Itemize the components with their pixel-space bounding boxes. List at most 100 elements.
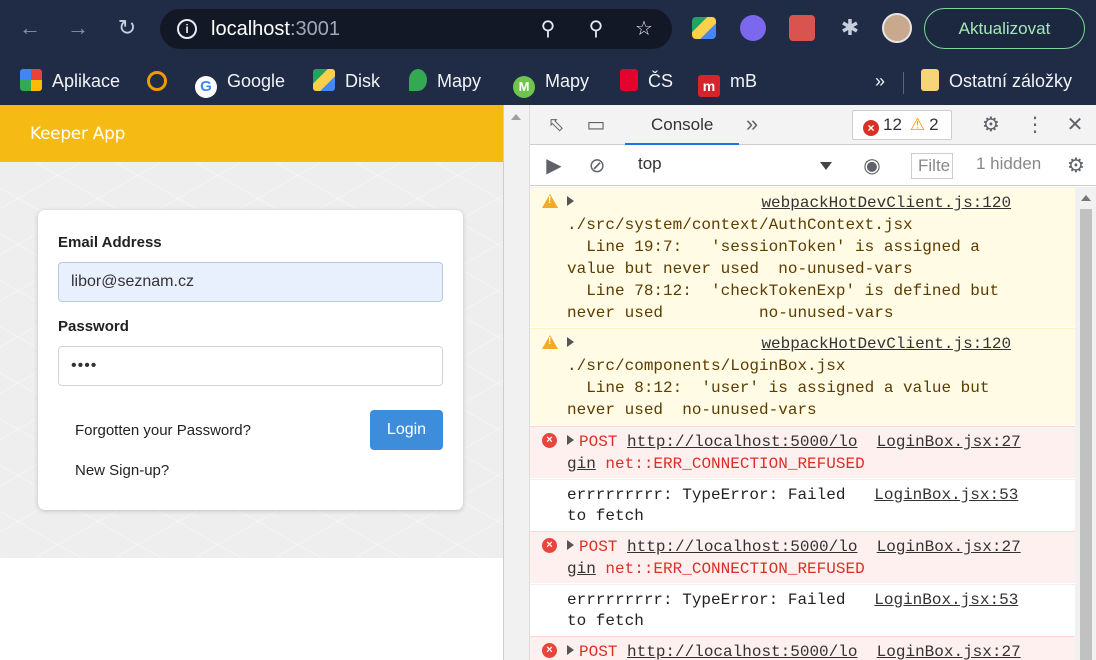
console-log[interactable]: errrrrrrrr: TypeError: Failed LoginBox.j… bbox=[530, 479, 1075, 531]
console-warning[interactable]: webpackHotDevClient.js:120 ./src/compone… bbox=[530, 328, 1075, 426]
browser-toolbar: ← → ↻ i localhost:3001 ⚲ ⚲ ☆ ✱ Aktualizo… bbox=[0, 0, 1096, 58]
search-q-icon bbox=[147, 71, 167, 91]
mapy-cz-icon: M bbox=[513, 76, 535, 98]
expand-triangle-icon[interactable] bbox=[567, 540, 574, 550]
expand-triangle-icon[interactable] bbox=[567, 435, 574, 445]
message-line: errrrrrrrr: TypeError: Failed bbox=[567, 591, 846, 609]
apps-grid-icon bbox=[20, 69, 42, 91]
console-error[interactable]: × POST http://localhost:5000/lo LoginBox… bbox=[530, 636, 1075, 660]
devtools-toolbar: ⬁ ▭ Console » × 12 ⚠ 2 ⚙ ⋮ ✕ bbox=[530, 105, 1096, 145]
bookmark-search[interactable] bbox=[147, 67, 177, 95]
expand-triangle-icon[interactable] bbox=[567, 337, 574, 347]
bookmark-mapy-cz[interactable]: M Mapy bbox=[513, 67, 589, 98]
bookmark-mbank[interactable]: m mB bbox=[698, 67, 757, 97]
bookmark-mapy-google[interactable]: Mapy bbox=[409, 67, 481, 95]
url-text: localhost:3001 bbox=[211, 18, 340, 40]
sidebar-toggle-icon[interactable]: ▶ bbox=[542, 154, 566, 178]
mbank-icon: m bbox=[698, 75, 720, 97]
bookmark-apps[interactable]: Aplikace bbox=[20, 67, 120, 95]
login-card: Email Address libor@seznam.cz Password •… bbox=[38, 210, 463, 510]
reload-icon[interactable]: ↻ bbox=[111, 13, 143, 45]
forward-arrow-icon[interactable]: → bbox=[62, 13, 94, 45]
message-line: ./src/components/LoginBox.jsx bbox=[567, 357, 846, 375]
source-link[interactable]: webpackHotDevClient.js:120 bbox=[761, 194, 1011, 212]
more-tabs-icon[interactable]: » bbox=[740, 112, 764, 136]
console-messages: webpackHotDevClient.js:120 ./src/system/… bbox=[530, 187, 1075, 660]
update-button[interactable]: Aktualizovat bbox=[924, 8, 1085, 49]
scroll-up-icon[interactable] bbox=[1081, 195, 1091, 201]
star-icon[interactable]: ☆ bbox=[632, 17, 656, 41]
login-button[interactable]: Login bbox=[370, 410, 443, 450]
expand-triangle-icon[interactable] bbox=[567, 645, 574, 655]
source-link[interactable]: webpackHotDevClient.js:120 bbox=[761, 335, 1011, 353]
console-settings-gear-icon[interactable]: ⚙ bbox=[1064, 154, 1088, 178]
settings-gear-icon[interactable]: ⚙ bbox=[979, 113, 1003, 137]
request-url-cont[interactable]: gin bbox=[567, 455, 596, 473]
filter-input[interactable]: Filte bbox=[911, 153, 953, 179]
bookmark-cs[interactable]: ČS bbox=[620, 67, 673, 95]
clear-console-icon[interactable]: ⊘ bbox=[585, 154, 609, 178]
email-field[interactable]: libor@seznam.cz bbox=[58, 262, 443, 302]
console-scrollbar[interactable] bbox=[1075, 187, 1096, 660]
live-expression-eye-icon[interactable]: ◉ bbox=[860, 154, 884, 178]
web-page: Keeper App Email Address libor@seznam.cz… bbox=[0, 105, 503, 660]
console-warning[interactable]: webpackHotDevClient.js:120 ./src/system/… bbox=[530, 187, 1075, 328]
source-link[interactable]: LoginBox.jsx:53 bbox=[874, 591, 1018, 609]
address-bar[interactable]: i localhost:3001 ⚲ ⚲ ☆ bbox=[160, 9, 672, 49]
bookmark-google[interactable]: G Google bbox=[195, 67, 285, 98]
issues-counter[interactable]: × 12 ⚠ 2 bbox=[852, 110, 952, 140]
error-icon: × bbox=[542, 433, 557, 448]
request-url[interactable]: http://localhost:5000/lo bbox=[627, 538, 857, 556]
request-url[interactable]: http://localhost:5000/lo bbox=[627, 643, 857, 660]
console-error[interactable]: × POST http://localhost:5000/lo LoginBox… bbox=[530, 426, 1075, 479]
request-method: POST bbox=[579, 538, 618, 556]
source-link[interactable]: LoginBox.jsx:27 bbox=[877, 643, 1021, 660]
page-scrollbar[interactable] bbox=[504, 105, 530, 660]
profile-avatar[interactable] bbox=[882, 13, 912, 43]
context-select[interactable]: top bbox=[638, 154, 662, 174]
email-label: Email Address bbox=[58, 234, 162, 251]
message-line: Line 19:7: 'sessionToken' is assigned a bbox=[567, 238, 980, 256]
chevron-down-icon[interactable] bbox=[820, 162, 832, 170]
message-line: value but never used no-unused-vars bbox=[567, 260, 913, 278]
forgot-password-link[interactable]: Forgotten your Password? bbox=[75, 422, 251, 439]
request-url[interactable]: http://localhost:5000/lo bbox=[627, 433, 857, 451]
device-toolbar-icon[interactable]: ▭ bbox=[584, 113, 608, 137]
close-icon[interactable]: ✕ bbox=[1063, 113, 1087, 137]
message-line: ./src/system/context/AuthContext.jsx bbox=[567, 216, 913, 234]
message-line: to fetch bbox=[567, 507, 644, 525]
expand-triangle-icon[interactable] bbox=[567, 196, 574, 206]
request-url-cont[interactable]: gin bbox=[567, 560, 596, 578]
request-method: POST bbox=[579, 433, 618, 451]
inspect-element-icon[interactable]: ⬁ bbox=[544, 113, 568, 137]
drive-extension-icon[interactable] bbox=[692, 17, 716, 39]
console-log[interactable]: errrrrrrrr: TypeError: Failed LoginBox.j… bbox=[530, 584, 1075, 636]
site-info-icon[interactable]: i bbox=[177, 19, 197, 39]
message-line: never used no-unused-vars bbox=[567, 401, 817, 419]
message-line: never used no-unused-vars bbox=[567, 304, 894, 322]
scroll-up-icon[interactable] bbox=[511, 114, 521, 120]
message-line: to fetch bbox=[567, 612, 644, 630]
zoom-icon[interactable]: ⚲ bbox=[584, 17, 608, 41]
tasks-extension-icon[interactable] bbox=[740, 15, 766, 41]
source-link[interactable]: LoginBox.jsx:27 bbox=[877, 538, 1021, 556]
error-count: 12 bbox=[883, 115, 902, 134]
scrollbar-thumb[interactable] bbox=[1080, 209, 1092, 660]
bookmark-other[interactable]: Ostatní záložky bbox=[921, 67, 1072, 95]
extensions-puzzle-icon[interactable]: ✱ bbox=[837, 15, 863, 41]
console-error[interactable]: × POST http://localhost:5000/lo LoginBox… bbox=[530, 531, 1075, 584]
bookmark-disk[interactable]: Disk bbox=[313, 67, 380, 95]
warning-icon bbox=[542, 194, 558, 208]
password-field[interactable]: •••• bbox=[58, 346, 443, 386]
maps-pin-icon bbox=[409, 69, 427, 91]
source-link[interactable]: LoginBox.jsx:53 bbox=[874, 486, 1018, 504]
hidden-count: 1 hidden bbox=[976, 154, 1042, 173]
key-icon[interactable]: ⚲ bbox=[536, 17, 560, 41]
back-arrow-icon[interactable]: ← bbox=[14, 13, 46, 45]
tab-console[interactable]: Console bbox=[625, 105, 740, 145]
react-devtools-icon[interactable] bbox=[789, 15, 815, 41]
bookmarks-overflow-button[interactable]: » bbox=[875, 67, 885, 95]
kebab-menu-icon[interactable]: ⋮ bbox=[1023, 113, 1047, 137]
source-link[interactable]: LoginBox.jsx:27 bbox=[877, 433, 1021, 451]
signup-link[interactable]: New Sign-up? bbox=[75, 462, 169, 479]
